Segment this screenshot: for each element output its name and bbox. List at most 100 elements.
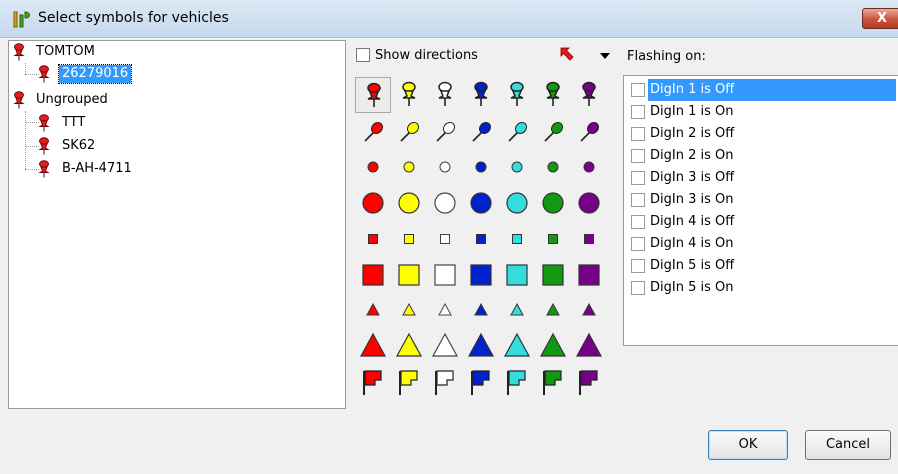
flag-symbol[interactable] — [391, 365, 427, 401]
flashing-item-checkbox[interactable] — [631, 105, 645, 119]
small-triangle-symbol[interactable] — [355, 293, 391, 329]
flashing-item-checkbox[interactable] — [631, 215, 645, 229]
chevron-down-icon[interactable] — [600, 53, 610, 59]
pushpin-symbol[interactable] — [571, 77, 607, 113]
small-triangle-symbol[interactable] — [571, 293, 607, 329]
pin-symbol[interactable] — [499, 113, 535, 149]
flashing-item-checkbox[interactable] — [631, 237, 645, 251]
flag-symbol[interactable] — [427, 365, 463, 401]
show-directions-label[interactable]: Show directions — [375, 48, 478, 63]
large-square-symbol[interactable] — [499, 257, 535, 293]
pin-symbol[interactable] — [355, 113, 391, 149]
large-square-symbol[interactable] — [427, 257, 463, 293]
large-triangle-symbol[interactable] — [463, 329, 499, 365]
flag-symbol[interactable] — [571, 365, 607, 401]
large-square-symbol[interactable] — [535, 257, 571, 293]
large-circle-symbol[interactable] — [499, 185, 535, 221]
large-triangle-symbol[interactable] — [391, 329, 427, 365]
large-circle-icon — [398, 192, 420, 214]
pin-symbol[interactable] — [427, 113, 463, 149]
ok-button[interactable]: OK — [708, 430, 788, 460]
flashing-item-checkbox[interactable] — [631, 193, 645, 207]
large-triangle-symbol[interactable] — [499, 329, 535, 365]
flashing-item-checkbox[interactable] — [631, 83, 645, 97]
large-square-symbol[interactable] — [391, 257, 427, 293]
flag-symbol[interactable] — [463, 365, 499, 401]
small-circle-symbol[interactable] — [391, 149, 427, 185]
flashing-list-item[interactable]: DigIn 4 is On — [628, 233, 896, 255]
flashing-list-item[interactable]: DigIn 5 is On — [628, 277, 896, 299]
flashing-list[interactable]: DigIn 1 is Off DigIn 1 is On DigIn 2 is Of… — [623, 75, 898, 346]
close-button[interactable]: X — [862, 8, 898, 29]
pushpin-symbol[interactable] — [427, 77, 463, 113]
flashing-list-item[interactable]: DigIn 5 is Off — [628, 255, 896, 277]
pushpin-symbol[interactable] — [355, 77, 391, 113]
app-icon — [13, 11, 30, 28]
flag-symbol[interactable] — [355, 365, 391, 401]
flashing-list-item[interactable]: DigIn 1 is On — [628, 101, 896, 123]
pushpin-icon — [38, 137, 50, 155]
flashing-item-checkbox[interactable] — [631, 149, 645, 163]
small-square-symbol[interactable] — [391, 221, 427, 257]
flashing-list-item[interactable]: DigIn 2 is On — [628, 145, 896, 167]
large-square-symbol[interactable] — [463, 257, 499, 293]
large-circle-symbol[interactable] — [355, 185, 391, 221]
small-square-symbol[interactable] — [463, 221, 499, 257]
vehicle-tree[interactable]: TOMTOM 26279016 Ungrouped TTT SK62 B-AH-… — [8, 40, 346, 409]
flashing-list-item[interactable]: DigIn 4 is Off — [628, 211, 896, 233]
flag-icon — [471, 370, 490, 395]
pushpin-symbol[interactable] — [463, 77, 499, 113]
pin-symbol[interactable] — [535, 113, 571, 149]
flashing-list-item[interactable]: DigIn 2 is Off — [628, 123, 896, 145]
flashing-list-item[interactable]: DigIn 3 is On — [628, 189, 896, 211]
flag-icon — [507, 370, 526, 395]
flashing-list-item[interactable]: DigIn 3 is Off — [628, 167, 896, 189]
pushpin-symbol[interactable] — [535, 77, 571, 113]
large-triangle-symbol[interactable] — [535, 329, 571, 365]
small-square-symbol[interactable] — [571, 221, 607, 257]
large-circle-symbol[interactable] — [535, 185, 571, 221]
large-square-icon — [398, 264, 420, 286]
pushpin-symbol[interactable] — [499, 77, 535, 113]
large-circle-symbol[interactable] — [391, 185, 427, 221]
direction-combo[interactable] — [557, 44, 621, 70]
small-square-symbol[interactable] — [535, 221, 571, 257]
flag-symbol[interactable] — [499, 365, 535, 401]
pin-symbol[interactable] — [571, 113, 607, 149]
flashing-item-checkbox[interactable] — [631, 281, 645, 295]
small-circle-symbol[interactable] — [499, 149, 535, 185]
flashing-item-checkbox[interactable] — [631, 127, 645, 141]
small-square-symbol[interactable] — [355, 221, 391, 257]
pushpin-symbol[interactable] — [391, 77, 427, 113]
flag-symbol[interactable] — [535, 365, 571, 401]
small-triangle-symbol[interactable] — [499, 293, 535, 329]
flashing-item-checkbox[interactable] — [631, 259, 645, 273]
pin-symbol[interactable] — [391, 113, 427, 149]
show-directions-checkbox[interactable] — [356, 48, 370, 62]
large-triangle-symbol[interactable] — [427, 329, 463, 365]
large-circle-symbol[interactable] — [463, 185, 499, 221]
small-triangle-symbol[interactable] — [535, 293, 571, 329]
large-circle-symbol[interactable] — [427, 185, 463, 221]
large-triangle-symbol[interactable] — [571, 329, 607, 365]
flashing-list-item[interactable]: DigIn 1 is Off — [628, 79, 896, 101]
small-square-symbol[interactable] — [499, 221, 535, 257]
pin-symbol[interactable] — [463, 113, 499, 149]
small-circle-symbol[interactable] — [535, 149, 571, 185]
small-circle-symbol[interactable] — [427, 149, 463, 185]
small-triangle-symbol[interactable] — [391, 293, 427, 329]
small-triangle-symbol[interactable] — [463, 293, 499, 329]
small-circle-symbol[interactable] — [571, 149, 607, 185]
cancel-button[interactable]: Cancel — [805, 430, 891, 460]
small-square-symbol[interactable] — [427, 221, 463, 257]
small-triangle-symbol[interactable] — [427, 293, 463, 329]
small-circle-symbol[interactable] — [355, 149, 391, 185]
large-circle-symbol[interactable] — [571, 185, 607, 221]
large-square-symbol[interactable] — [355, 257, 391, 293]
pushpin-icon — [38, 160, 50, 178]
large-triangle-symbol[interactable] — [355, 329, 391, 365]
large-square-symbol[interactable] — [571, 257, 607, 293]
flashing-item-checkbox[interactable] — [631, 171, 645, 185]
title-bar[interactable]: Select symbols for vehicles X — [0, 0, 898, 38]
small-circle-symbol[interactable] — [463, 149, 499, 185]
